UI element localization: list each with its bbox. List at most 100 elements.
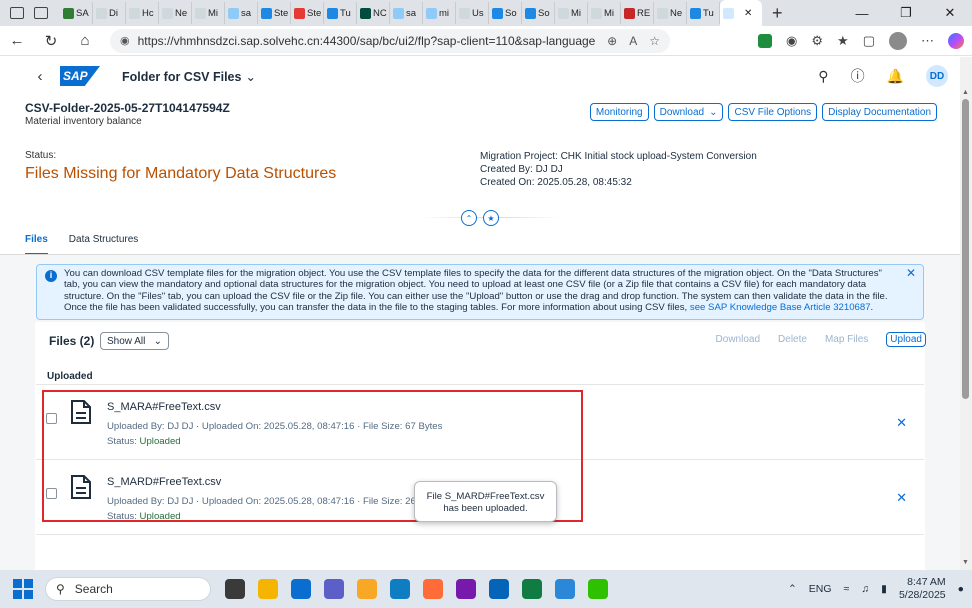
show-all-select[interactable]: Show All ⌄	[100, 332, 169, 350]
active-browser-tab[interactable]: ✕	[720, 0, 762, 26]
wifi-icon[interactable]: ≈	[844, 583, 850, 595]
clock[interactable]: 8:47 AM 5/28/2025	[899, 576, 946, 602]
browser-tab[interactable]: Tu	[324, 2, 357, 24]
browser-tab[interactable]: sa	[225, 2, 258, 24]
copilot-icon[interactable]	[948, 33, 964, 49]
notes-icon[interactable]	[357, 579, 377, 599]
upload-button[interactable]: Upload	[886, 332, 926, 347]
shell-back-icon[interactable]: ‹	[20, 68, 60, 85]
zoom-icon[interactable]: ⊕	[607, 34, 617, 48]
read-aloud-icon[interactable]: A	[629, 34, 637, 48]
close-tab-icon[interactable]: ✕	[744, 8, 752, 19]
minimize-icon[interactable]: —	[840, 6, 884, 21]
edge-icon[interactable]	[390, 579, 410, 599]
windows-start-icon[interactable]	[13, 579, 33, 599]
monitoring-button[interactable]: Monitoring	[589, 103, 649, 121]
scroll-up-icon[interactable]: ▲	[962, 89, 969, 96]
tab-label: Ne	[670, 7, 683, 19]
browser-tab[interactable]: SA	[60, 2, 93, 24]
browser-tab[interactable]: Hc	[126, 2, 159, 24]
browser-tab[interactable]: Tu	[687, 2, 720, 24]
browser-tab[interactable]: NC	[357, 2, 390, 24]
app-title[interactable]: Folder for CSV Files ⌄	[122, 69, 256, 84]
collapse-header-icon[interactable]: ⌃	[461, 210, 477, 226]
browser-tab[interactable]: So	[522, 2, 555, 24]
notifications-icon[interactable]: ●	[958, 583, 964, 595]
workspaces-icon[interactable]	[10, 7, 24, 19]
outlook-icon[interactable]	[489, 579, 509, 599]
task-view-icon[interactable]	[225, 579, 245, 599]
performance-icon[interactable]: ◉	[786, 33, 797, 49]
search-icon[interactable]: ⚲	[818, 68, 828, 85]
onenote-icon[interactable]	[456, 579, 476, 599]
created-by: Created By: DJ DJ	[480, 164, 563, 175]
home-icon[interactable]: ⌂	[68, 32, 102, 49]
delete-file-icon[interactable]: ✕	[896, 490, 907, 506]
browser-tab[interactable]: Ste	[291, 2, 324, 24]
wechat-icon[interactable]	[588, 579, 608, 599]
url-field[interactable]: ◉ https://vhmhnsdzci.sap.solvehc.cn:4430…	[110, 28, 670, 53]
tab-favicon-icon	[459, 7, 470, 19]
excel-icon[interactable]	[522, 579, 542, 599]
browser-tab[interactable]: Ne	[159, 2, 192, 24]
kba-link[interactable]: see SAP Knowledge Base Article 3210687	[690, 302, 871, 313]
teams-icon[interactable]	[324, 579, 344, 599]
browser-tab[interactable]: Mi	[588, 2, 621, 24]
browser-tab[interactable]: Di	[93, 2, 126, 24]
download-button[interactable]: Download	[716, 334, 760, 345]
browser-tab[interactable]: Mi	[192, 2, 225, 24]
help-icon[interactable]: ⓘ	[851, 66, 865, 86]
delete-file-icon[interactable]: ✕	[896, 415, 907, 431]
favorite-star-icon[interactable]: ☆	[649, 34, 660, 48]
csv-file-options-button[interactable]: CSV File Options	[728, 103, 818, 121]
profile-avatar[interactable]	[889, 32, 907, 50]
language-indicator[interactable]: ENG	[809, 583, 832, 595]
postman-icon[interactable]	[423, 579, 443, 599]
browser-tab[interactable]: sa	[390, 2, 423, 24]
close-icon[interactable]: ✕	[906, 267, 916, 279]
scroll-thumb[interactable]	[962, 99, 969, 399]
browser-tab[interactable]: Mi	[555, 2, 588, 24]
tab-favicon-icon	[327, 7, 338, 19]
new-tab-icon[interactable]: +	[772, 3, 783, 24]
battery-icon[interactable]: ▮	[881, 583, 887, 595]
header-actions: Monitoring Download ⌄ CSV File Options Di…	[589, 103, 937, 121]
browser-tab[interactable]: So	[489, 2, 522, 24]
divider	[36, 534, 924, 535]
browser-tab[interactable]: RE	[621, 2, 654, 24]
browser-tab[interactable]: mi	[423, 2, 456, 24]
tab-data-structures[interactable]: Data Structures	[69, 234, 138, 255]
browser-tab[interactable]: Us	[456, 2, 489, 24]
site-info-icon[interactable]: ◉	[120, 34, 130, 47]
extensions-puzzle-icon[interactable]: ⚙	[811, 33, 823, 49]
notifications-bell-icon[interactable]: 🔔	[887, 68, 904, 85]
restore-icon[interactable]: ❐	[884, 5, 928, 21]
user-avatar[interactable]: DD	[926, 65, 948, 87]
back-icon[interactable]: ←	[0, 32, 34, 49]
url-text[interactable]: https://vhmhnsdzci.sap.solvehc.cn:44300/…	[138, 34, 596, 48]
notepad-icon[interactable]	[555, 579, 575, 599]
pin-header-icon[interactable]: ★	[483, 210, 499, 226]
browser-tab[interactable]: Ne	[654, 2, 687, 24]
more-icon[interactable]: ⋯	[921, 33, 934, 49]
store-icon[interactable]	[291, 579, 311, 599]
close-window-icon[interactable]: ✕	[928, 5, 972, 21]
taskbar-search[interactable]: ⚲ Search	[45, 577, 211, 601]
browser-tab[interactable]: Ste	[258, 2, 291, 24]
volume-icon[interactable]: ♫	[861, 583, 869, 595]
map-files-button[interactable]: Map Files	[825, 334, 868, 345]
tray-chevron-icon[interactable]: ⌃	[788, 583, 797, 595]
scroll-down-icon[interactable]: ▼	[962, 559, 969, 566]
favorites-icon[interactable]: ★	[837, 33, 849, 49]
delete-button[interactable]: Delete	[778, 334, 807, 345]
tab-files[interactable]: Files	[25, 234, 48, 255]
sap-logo[interactable]: SAP	[60, 66, 100, 86]
tab-actions-icon[interactable]	[34, 7, 48, 19]
display-documentation-button[interactable]: Display Documentation	[822, 103, 937, 121]
file-explorer-icon[interactable]	[258, 579, 278, 599]
page-scrollbar[interactable]: ▲ ▼	[960, 57, 972, 570]
collections-icon[interactable]: ▢	[863, 33, 875, 49]
refresh-icon[interactable]: ↻	[34, 32, 68, 50]
extension-icon[interactable]	[758, 34, 773, 48]
download-menu-button[interactable]: Download ⌄	[653, 103, 724, 121]
